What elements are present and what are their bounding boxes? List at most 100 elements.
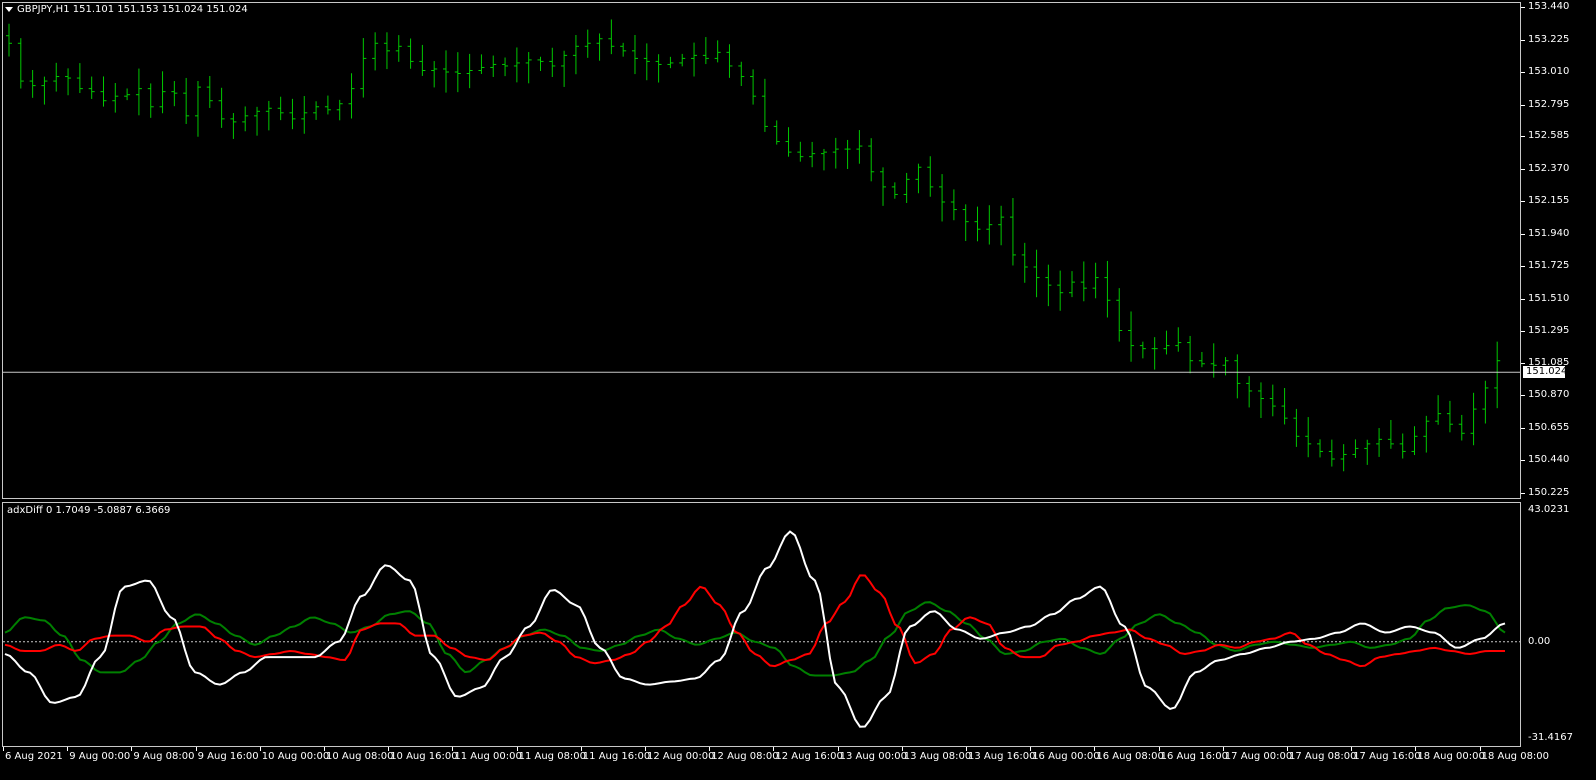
price-tick-label: 151.295 [1528,325,1570,337]
price-bar [1458,414,1465,441]
time-tick-mark [1222,747,1224,751]
price-bar [478,54,485,74]
time-tick-mark [324,747,325,751]
price-bar [431,61,438,88]
price-bar [631,34,638,75]
price-bar [124,88,131,101]
price-tick-mark [1521,395,1525,397]
price-bar [53,62,60,92]
dropdown-triangle-icon[interactable] [5,6,13,12]
price-bar [785,127,792,157]
price-bar [383,32,390,70]
price-bar [112,82,119,113]
indicator-tick-label: 43.0231 [1528,504,1570,515]
price-bar [1092,262,1099,299]
price-bar [1446,400,1453,433]
price-bar [584,29,591,58]
time-tick-label: 13 Aug 00:00 [839,751,908,762]
price-bar [1175,327,1182,352]
time-tick-mark [195,747,197,751]
price-bar [1482,380,1489,424]
price-bar [537,56,544,71]
price-bar [891,182,898,199]
price-bar [738,61,745,87]
price-bar [1187,335,1194,374]
price-bar [643,43,650,81]
price-bar [832,137,839,169]
price-bar [1423,415,1430,453]
price-tick-mark [1521,104,1525,106]
price-bar [1317,439,1324,458]
price-tick-label: 151.725 [1528,260,1570,272]
price-bar [856,130,863,164]
price-bar [372,32,379,71]
price-bar [1281,387,1288,425]
price-bar [171,81,178,107]
price-bar [254,106,261,136]
price-bar [1116,288,1123,342]
price-tick-label: 153.010 [1528,66,1570,77]
price-bar [1045,264,1052,307]
time-tick-label: 12 Aug 16:00 [775,751,843,762]
price-bar [1198,351,1205,368]
time-tick-mark [1158,747,1160,751]
price-bar [1269,384,1276,417]
chart-title[interactable]: GBPJPY,H1 151.101 151.153 151.024 151.02… [5,4,248,16]
price-bar [147,83,154,118]
price-bar [572,35,579,75]
indicator-tick-label: -31.4167 [1528,732,1573,743]
price-tick-mark [1521,362,1525,364]
price-bar [1399,433,1406,459]
price-bar [502,57,509,77]
price-tick-mark [1521,201,1525,203]
price-tick-mark [1521,427,1525,429]
time-tick-label: 17 Aug 16:00 [1353,751,1421,762]
price-bar [608,19,615,55]
time-tick-mark [516,747,518,751]
price-bar [301,96,308,134]
price-bar [513,47,520,83]
price-bar [1234,354,1241,399]
price-bar [348,73,355,119]
time-tick-label: 10 Aug 00:00 [261,751,330,762]
price-bar [1057,270,1064,311]
price-bar [183,77,190,124]
price-bar [927,156,934,197]
adx-diff-line [4,530,1506,728]
price-bar [395,35,402,62]
price-bar [1139,341,1146,359]
price-bar [265,100,272,131]
price-bar [903,172,910,203]
price-bar [880,167,887,206]
price-bar [667,56,674,69]
price-tick-label: 152.795 [1528,98,1570,110]
time-tick-label: 16 Aug 00:00 [1032,751,1100,762]
price-tick-mark [1521,298,1525,300]
time-tick-mark [1415,747,1417,751]
price-bar [655,54,662,83]
time-tick-mark [580,747,582,751]
price-bar [443,50,450,93]
time-tick-mark [1287,747,1288,751]
price-bar [998,205,1005,246]
time-tick-label: 11 Aug 08:00 [518,751,587,762]
time-tick-mark [131,747,133,751]
time-tick-mark [1351,747,1353,751]
price-bar [230,113,237,139]
time-tick-mark [388,747,390,751]
plus-di-line [4,601,1506,677]
price-bar [466,53,473,89]
price-bar [714,40,721,63]
price-tick-label: 151.510 [1528,292,1570,304]
price-bar [726,44,733,78]
price-bar [915,163,922,194]
price-bar [206,76,213,108]
price-bar [360,38,367,98]
price-tick-label: 150.440 [1528,454,1570,466]
price-bar [1364,439,1371,465]
price-bar [419,44,426,76]
price-bar [1328,439,1335,467]
time-tick-mark [901,747,903,751]
time-tick-mark [452,747,454,751]
price-bar [868,138,875,182]
